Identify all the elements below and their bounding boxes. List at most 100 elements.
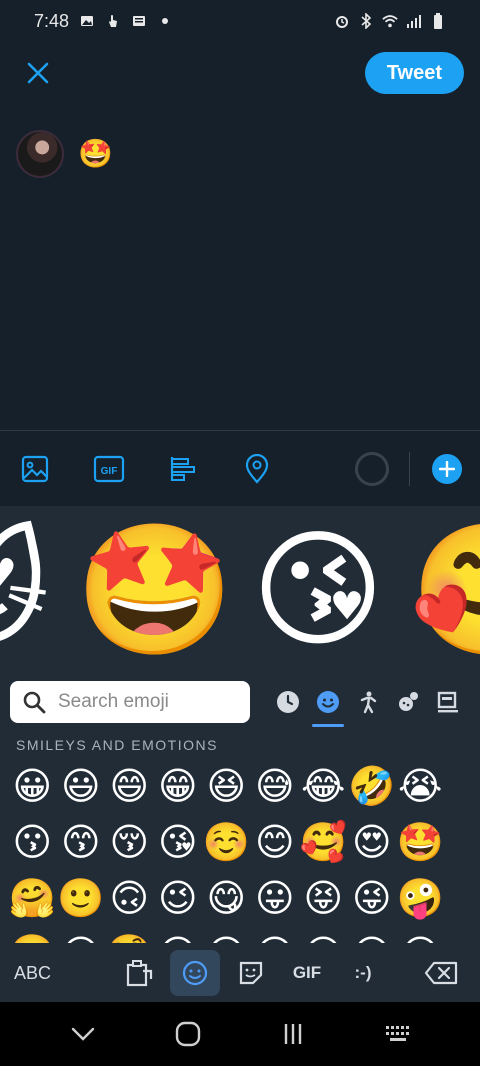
add-image-button[interactable]	[18, 452, 52, 486]
emoji-key[interactable]: 🥰	[299, 814, 348, 870]
add-location-button[interactable]	[240, 452, 274, 486]
tweet-button[interactable]: Tweet	[364, 52, 464, 94]
emoji-key[interactable]: 🤗	[8, 870, 57, 926]
backspace-icon	[424, 961, 458, 985]
emoji-key[interactable]: 😚	[105, 814, 154, 870]
clipboard-icon	[126, 960, 153, 987]
emoji-key[interactable]: 😅	[251, 758, 300, 814]
emoji-key[interactable]: 🙂	[57, 870, 106, 926]
emoji-key[interactable]: 😆	[202, 758, 251, 814]
poll-icon	[170, 456, 195, 481]
emoji-key[interactable]: 🙃	[105, 870, 154, 926]
emoji-key[interactable]: 😘	[154, 814, 203, 870]
emoji-suggestion-strip: 😻 🤩 😘 🥰	[0, 506, 480, 666]
emoji-key[interactable]: 😶	[251, 926, 300, 943]
emoji-search-input[interactable]	[58, 691, 238, 713]
status-left: 7:48	[34, 11, 173, 32]
add-poll-button[interactable]	[166, 452, 200, 486]
emoji-key[interactable]: 😍	[348, 814, 397, 870]
plus-icon	[439, 460, 455, 477]
gif-icon: GIF	[93, 455, 125, 482]
hide-keyboard-button[interactable]	[63, 1014, 103, 1054]
emoji-key[interactable]: 😉	[154, 870, 203, 926]
emoji-key[interactable]: 😀	[8, 758, 57, 814]
location-icon	[245, 453, 269, 484]
emoji-key[interactable]: 😁	[154, 758, 203, 814]
emoji-key[interactable]: ☺️	[202, 814, 251, 870]
emoji-tab-button[interactable]	[170, 950, 220, 996]
emoji-category-tabs	[268, 680, 468, 727]
emoji-key[interactable]: 😒	[57, 926, 106, 943]
close-icon	[27, 62, 49, 84]
smiley-icon	[317, 691, 339, 713]
emoji-key[interactable]: 😂	[299, 758, 348, 814]
emoji-key[interactable]: 😝	[299, 870, 348, 926]
emoji-key[interactable]: 🤭	[8, 926, 57, 943]
gif-label: GIF	[101, 466, 118, 477]
toolbar-divider	[409, 451, 410, 486]
emoji-key[interactable]: 😋	[202, 870, 251, 926]
suggested-emoji[interactable]: 🥰	[410, 516, 480, 666]
compose-area[interactable]: 🤩	[0, 104, 480, 430]
home-icon	[175, 1021, 200, 1047]
emoji-key[interactable]: 🧐	[105, 926, 154, 943]
tab-recent[interactable]	[268, 680, 308, 724]
home-button[interactable]	[168, 1014, 208, 1054]
emoji-key[interactable]: 🤪	[396, 870, 445, 926]
emoji-key[interactable]: 😐	[396, 926, 445, 943]
signal-icon	[406, 13, 422, 29]
sticker-button[interactable]	[226, 950, 276, 996]
sticker-icon	[239, 961, 263, 985]
emoji-key[interactable]: 😭	[396, 758, 445, 814]
keyboard-icon	[385, 1026, 409, 1041]
emoji-key[interactable]: 😄	[105, 758, 154, 814]
emoji-key[interactable]: 🤣	[348, 758, 397, 814]
tab-smileys[interactable]	[308, 680, 348, 727]
close-button[interactable]	[22, 57, 54, 89]
person-icon	[360, 691, 377, 714]
recents-icon	[284, 1024, 301, 1044]
emoji-key[interactable]: 😜	[348, 870, 397, 926]
add-thread-button[interactable]	[432, 453, 462, 484]
emoji-key[interactable]: 😐	[154, 926, 203, 943]
news-icon	[131, 13, 147, 29]
emoji-keyboard: 😻 🤩 😘 🥰 SMILEYS AND EM	[0, 506, 480, 1002]
emoji-key[interactable]: 😗	[8, 814, 57, 870]
emoji-key[interactable]: 😛	[251, 870, 300, 926]
suggested-emoji[interactable]: 😻	[0, 516, 58, 666]
emoji-key[interactable]: 😑	[202, 926, 251, 943]
tweet-text-field[interactable]: 🤩	[78, 136, 113, 172]
clipboard-button[interactable]	[114, 950, 164, 996]
activity-icon	[399, 692, 418, 711]
emoji-key[interactable]: 🤩	[396, 814, 445, 870]
food-icon	[437, 691, 458, 713]
emoji-key[interactable]: 😙	[57, 814, 106, 870]
image-icon	[79, 13, 95, 29]
suggested-emoji[interactable]: 🤩	[75, 516, 234, 666]
avatar	[16, 130, 64, 178]
bluetooth-icon	[358, 13, 374, 29]
emoji-search-row	[0, 678, 480, 727]
emoji-key[interactable]: 😔	[299, 926, 348, 943]
abc-button[interactable]: ABC	[14, 963, 74, 984]
tab-people[interactable]	[348, 680, 388, 724]
gif-tab-button[interactable]: GIF	[282, 950, 332, 996]
dot-icon	[157, 13, 173, 29]
emoji-key[interactable]: 😃	[57, 758, 106, 814]
toolbar-right	[355, 451, 462, 486]
status-bar: 7:48	[0, 0, 480, 42]
emoticon-button[interactable]: :-)	[338, 950, 388, 996]
recents-button[interactable]	[273, 1014, 313, 1054]
backspace-button[interactable]	[416, 950, 466, 996]
image-icon	[21, 455, 49, 482]
wifi-icon	[382, 13, 398, 29]
tab-activities[interactable]	[388, 680, 428, 724]
emoji-search-box[interactable]	[10, 681, 250, 723]
add-gif-button[interactable]: GIF	[92, 452, 126, 486]
suggested-emoji[interactable]: 😘	[243, 516, 393, 666]
search-icon	[23, 691, 46, 714]
tab-food[interactable]	[428, 680, 468, 724]
keyboard-switch-button[interactable]	[378, 1014, 418, 1054]
emoji-key[interactable]: 😕	[348, 926, 397, 943]
emoji-key[interactable]: 😊	[251, 814, 300, 870]
